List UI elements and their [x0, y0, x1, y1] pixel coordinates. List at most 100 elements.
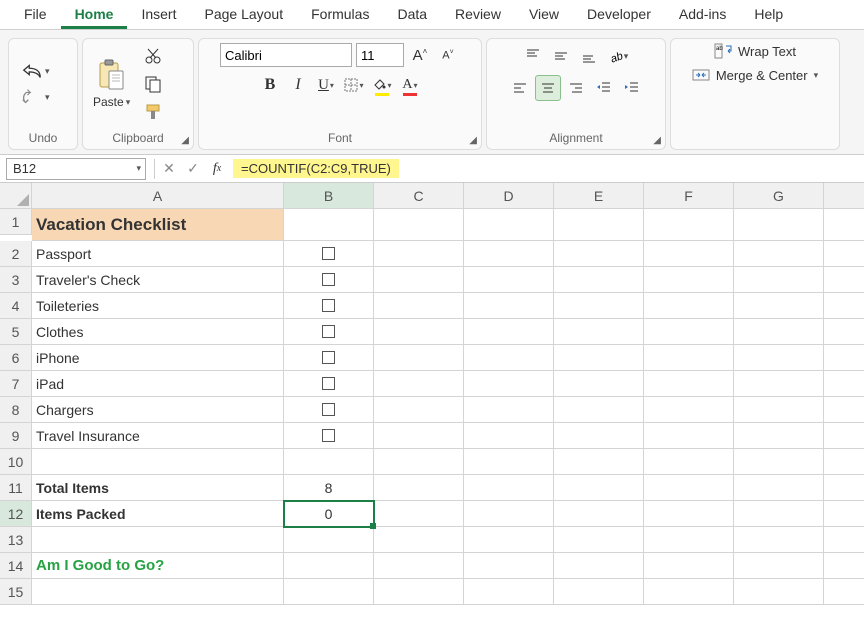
cell-B9[interactable]: [284, 423, 374, 449]
menu-item-data[interactable]: Data: [383, 0, 441, 29]
menu-item-page-layout[interactable]: Page Layout: [190, 0, 297, 29]
column-header[interactable]: C: [374, 183, 464, 209]
align-left-button[interactable]: [507, 75, 533, 101]
cell-C13[interactable]: [374, 527, 464, 553]
cell-F13[interactable]: [644, 527, 734, 553]
cell-G6[interactable]: [734, 345, 824, 371]
cell-H1[interactable]: [824, 209, 864, 241]
row-header[interactable]: 8: [0, 397, 32, 423]
cell-A10[interactable]: [32, 449, 284, 475]
cell-B5[interactable]: [284, 319, 374, 345]
cell-C9[interactable]: [374, 423, 464, 449]
cell-D2[interactable]: [464, 241, 554, 267]
cell-F14[interactable]: [644, 553, 734, 579]
cell-A13[interactable]: [32, 527, 284, 553]
cell-B11[interactable]: 8: [284, 475, 374, 501]
cell-E13[interactable]: [554, 527, 644, 553]
cell-B8[interactable]: [284, 397, 374, 423]
cell-B15[interactable]: [284, 579, 374, 605]
font-name-select[interactable]: [220, 43, 352, 67]
cell-D4[interactable]: [464, 293, 554, 319]
dialog-launcher-icon[interactable]: ◢: [653, 135, 661, 146]
cell-E1[interactable]: [554, 209, 644, 241]
column-header[interactable]: H: [824, 183, 864, 209]
menu-item-help[interactable]: Help: [740, 0, 797, 29]
menu-item-review[interactable]: Review: [441, 0, 515, 29]
cell-F7[interactable]: [644, 371, 734, 397]
cell-C10[interactable]: [374, 449, 464, 475]
menu-item-home[interactable]: Home: [61, 0, 128, 29]
cell-F5[interactable]: [644, 319, 734, 345]
row-header[interactable]: 14: [0, 553, 32, 579]
cell-B2[interactable]: [284, 241, 374, 267]
checkbox[interactable]: [322, 377, 335, 390]
cell-G14[interactable]: [734, 553, 824, 579]
underline-button[interactable]: U▾: [314, 73, 338, 97]
cancel-formula-button[interactable]: ✕: [157, 160, 181, 177]
cell-G3[interactable]: [734, 267, 824, 293]
redo-button[interactable]: ▾: [21, 88, 50, 106]
cell-F2[interactable]: [644, 241, 734, 267]
cell-G7[interactable]: [734, 371, 824, 397]
italic-button[interactable]: I: [286, 73, 310, 97]
cell-A11[interactable]: Total Items: [32, 475, 284, 501]
row-header[interactable]: 10: [0, 449, 32, 475]
cell-F10[interactable]: [644, 449, 734, 475]
cell-D1[interactable]: [464, 209, 554, 241]
align-right-button[interactable]: [563, 75, 589, 101]
column-header[interactable]: F: [644, 183, 734, 209]
cell-H11[interactable]: [824, 475, 864, 501]
cell-G13[interactable]: [734, 527, 824, 553]
increase-font-button[interactable]: A˄: [408, 43, 432, 67]
cell-E11[interactable]: [554, 475, 644, 501]
cell-G8[interactable]: [734, 397, 824, 423]
cell-A8[interactable]: Chargers: [32, 397, 284, 423]
accept-formula-button[interactable]: ✓: [181, 160, 205, 177]
cell-E3[interactable]: [554, 267, 644, 293]
align-center-button[interactable]: [535, 75, 561, 101]
decrease-indent-button[interactable]: [591, 75, 617, 101]
select-all-corner[interactable]: [0, 183, 32, 209]
cell-C3[interactable]: [374, 267, 464, 293]
cell-A15[interactable]: [32, 579, 284, 605]
cell-F15[interactable]: [644, 579, 734, 605]
cell-A3[interactable]: Traveler's Check: [32, 267, 284, 293]
menu-item-developer[interactable]: Developer: [573, 0, 665, 29]
cell-A7[interactable]: iPad: [32, 371, 284, 397]
align-top-button[interactable]: [520, 43, 546, 69]
cut-button[interactable]: [142, 45, 164, 67]
cell-D3[interactable]: [464, 267, 554, 293]
cell-E12[interactable]: [554, 501, 644, 527]
cell-D9[interactable]: [464, 423, 554, 449]
cell-D10[interactable]: [464, 449, 554, 475]
cell-F11[interactable]: [644, 475, 734, 501]
row-header[interactable]: 13: [0, 527, 32, 553]
cell-E9[interactable]: [554, 423, 644, 449]
fill-color-button[interactable]: ▾: [370, 73, 394, 97]
cell-F4[interactable]: [644, 293, 734, 319]
cell-H14[interactable]: [824, 553, 864, 579]
cell-G10[interactable]: [734, 449, 824, 475]
cell-C1[interactable]: [374, 209, 464, 241]
cell-E15[interactable]: [554, 579, 644, 605]
cell-H4[interactable]: [824, 293, 864, 319]
insert-function-button[interactable]: fx: [205, 161, 229, 177]
cell-B4[interactable]: [284, 293, 374, 319]
copy-button[interactable]: [142, 73, 164, 95]
cell-G15[interactable]: [734, 579, 824, 605]
increase-indent-button[interactable]: [619, 75, 645, 101]
row-header[interactable]: 2: [0, 241, 32, 267]
cell-C12[interactable]: [374, 501, 464, 527]
checkbox[interactable]: [322, 351, 335, 364]
cell-A14[interactable]: Am I Good to Go?: [32, 553, 284, 579]
cell-E14[interactable]: [554, 553, 644, 579]
cell-F8[interactable]: [644, 397, 734, 423]
cell-H5[interactable]: [824, 319, 864, 345]
cell-A9[interactable]: Travel Insurance: [32, 423, 284, 449]
cell-D15[interactable]: [464, 579, 554, 605]
cell-D11[interactable]: [464, 475, 554, 501]
cell-F3[interactable]: [644, 267, 734, 293]
cell-C2[interactable]: [374, 241, 464, 267]
dialog-launcher-icon[interactable]: ◢: [181, 135, 189, 146]
cell-D13[interactable]: [464, 527, 554, 553]
